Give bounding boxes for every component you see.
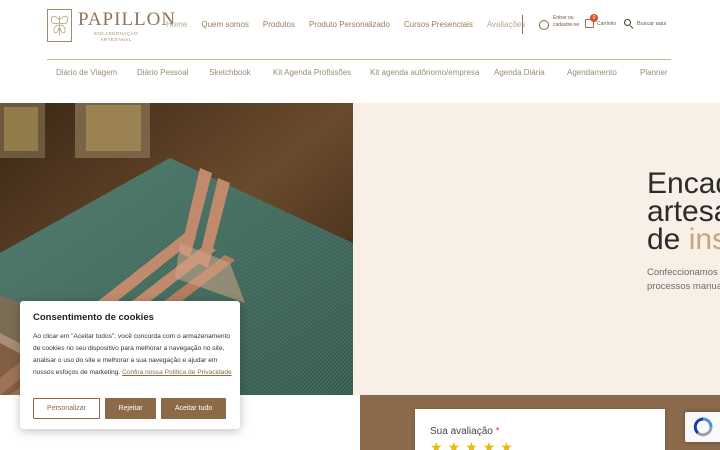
nav-produto-personalizado[interactable]: Produto Personalizado <box>309 20 390 29</box>
hero-desc-line2: processos manua <box>647 280 720 292</box>
reject-button[interactable]: Rejeitar <box>105 398 156 419</box>
review-label-text: Sua avaliação <box>430 426 493 437</box>
nav-home[interactable]: Home <box>166 20 187 29</box>
user-icon <box>539 20 549 30</box>
site-header: PAPILLON ENCADERNAÇÃO ARTESANAL Home Que… <box>0 0 720 56</box>
recaptcha-badge[interactable] <box>685 412 720 442</box>
hero-desc-line1: Confeccionamos c <box>647 267 720 278</box>
cookie-consent-dialog: Consentimento de cookies Ao clicar em "A… <box>20 301 240 429</box>
hero-title-line1: Encad <box>647 167 720 200</box>
rating-stars: ★ ★ ★ ★ ★ <box>430 440 513 450</box>
hero-title-line2: artesa <box>647 195 720 228</box>
cart-label: Carrinho <box>597 21 617 27</box>
cookie-title: Consentimento de cookies <box>33 312 154 323</box>
star-icon[interactable]: ★ <box>483 440 496 450</box>
hero-title-line3: de ins <box>647 223 720 256</box>
star-icon[interactable]: ★ <box>465 440 478 450</box>
star-icon[interactable]: ★ <box>448 440 461 450</box>
category-agenda-diaria[interactable]: Agenda Diária <box>494 68 545 77</box>
cookie-body: Ao clicar em "Aceitar todos", você conco… <box>33 331 233 379</box>
hero-description: Confeccionamos c processos manua <box>647 266 720 293</box>
search-icon[interactable] <box>624 19 631 26</box>
review-rating-label: Sua avaliação * <box>430 426 500 437</box>
category-kit-agenda-profissoes[interactable]: Kit Agenda Profissões <box>273 68 351 77</box>
nav-cursos-presenciais[interactable]: Cursos Presenciais <box>404 20 473 29</box>
nav-produtos[interactable]: Produtos <box>263 20 295 29</box>
nav-quem-somos[interactable]: Quem somos <box>201 20 249 29</box>
star-icon[interactable]: ★ <box>500 440 513 450</box>
hero-title-accent: ins <box>688 223 720 256</box>
main-nav: Home Quem somos Produtos Produto Persona… <box>166 20 539 29</box>
category-diario-pessoal[interactable]: Diário Pessoal <box>137 68 189 77</box>
header-rule <box>47 59 671 60</box>
category-kit-agenda-autonomo[interactable]: Kit agenda autônomo/empresa <box>370 68 479 77</box>
accept-all-button[interactable]: Aceitar tudo <box>161 398 226 419</box>
customize-button[interactable]: Personalizar <box>33 398 100 419</box>
category-agendamento[interactable]: Agendamento <box>567 68 617 77</box>
privacy-policy-link[interactable]: Confira nossa Política de Privacidade <box>122 369 232 376</box>
brand-tagline: ENCADERNAÇÃO ARTESANAL <box>93 31 138 43</box>
brand-name[interactable]: PAPILLON <box>78 9 176 31</box>
header-divider <box>522 15 523 34</box>
required-mark: * <box>495 426 500 437</box>
butterfly-logo-icon[interactable] <box>47 9 72 42</box>
category-planner[interactable]: Planner <box>640 68 668 77</box>
page: PAPILLON ENCADERNAÇÃO ARTESANAL Home Que… <box>0 0 720 450</box>
nav-avaliacoes[interactable]: Avaliações <box>487 20 526 29</box>
search-input[interactable]: Buscar aqui <box>637 21 666 27</box>
star-icon[interactable]: ★ <box>430 440 443 450</box>
hero-title: Encad artesa de ins <box>647 167 720 256</box>
review-form-card: Sua avaliação * ★ ★ ★ ★ ★ <box>415 409 665 450</box>
category-diario-de-viagem[interactable]: Diário de Viagem <box>56 68 117 77</box>
category-sketchbook[interactable]: Sketchbook <box>209 68 251 77</box>
category-nav: Diário de Viagem Diário Pessoal Sketchbo… <box>0 68 720 80</box>
hero-title-line3-prefix: de <box>647 223 689 256</box>
account-label: Entrar ou cadastre-se <box>553 15 580 29</box>
recaptcha-icon <box>693 417 713 437</box>
